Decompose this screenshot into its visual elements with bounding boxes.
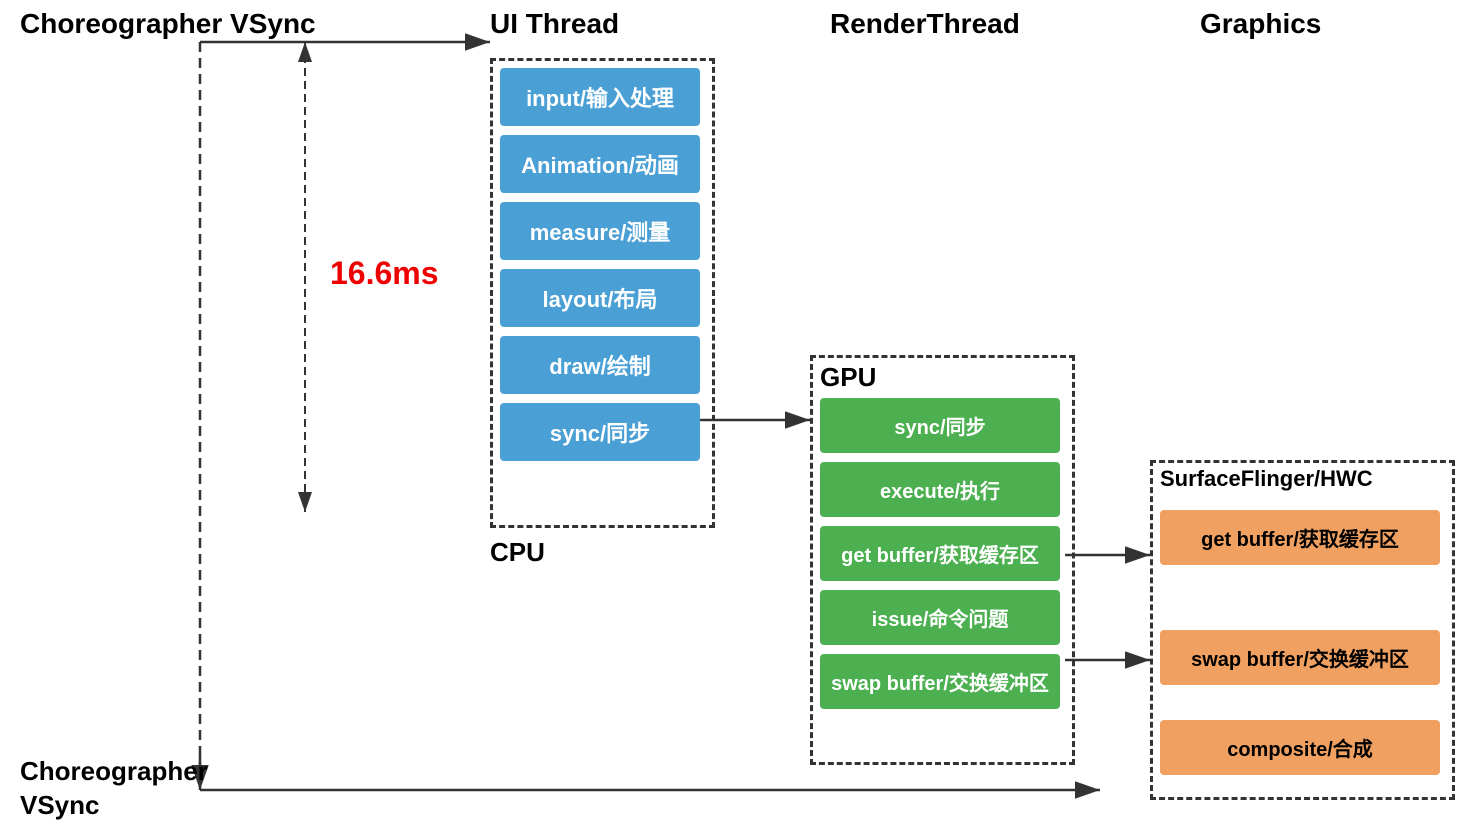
cpu-label: CPU bbox=[490, 537, 545, 568]
gpu-label: GPU bbox=[820, 362, 876, 393]
gpu-issue-block: issue/命令问题 bbox=[820, 590, 1060, 645]
gpu-sync-block: sync/同步 bbox=[820, 398, 1060, 453]
graphics-header: Graphics bbox=[1200, 8, 1321, 40]
sync-ui-block: sync/同步 bbox=[500, 403, 700, 461]
diagram: Choreographer VSync UI Thread RenderThre… bbox=[0, 0, 1480, 831]
sf-label: SurfaceFlinger/HWC bbox=[1160, 466, 1373, 492]
draw-block: draw/绘制 bbox=[500, 336, 700, 394]
gpu-getbuffer-block: get buffer/获取缓存区 bbox=[820, 526, 1060, 581]
gpu-execute-block: execute/执行 bbox=[820, 462, 1060, 517]
gpu-swapbuffer-block: swap buffer/交换缓冲区 bbox=[820, 654, 1060, 709]
ui-thread-header: UI Thread bbox=[490, 8, 619, 40]
input-block: input/输入处理 bbox=[500, 68, 700, 126]
animation-block: Animation/动画 bbox=[500, 135, 700, 193]
layout-block: layout/布局 bbox=[500, 269, 700, 327]
sf-getbuffer-block: get buffer/获取缓存区 bbox=[1160, 510, 1440, 565]
render-thread-header: RenderThread bbox=[830, 8, 1020, 40]
choreographer-bottom-label: ChoreographerVSync bbox=[20, 755, 208, 823]
measure-block: measure/测量 bbox=[500, 202, 700, 260]
timing-label: 16.6ms bbox=[330, 255, 439, 292]
sf-swapbuffer-block: swap buffer/交换缓冲区 bbox=[1160, 630, 1440, 685]
choreographer-header: Choreographer VSync bbox=[20, 8, 316, 40]
sf-composite-block: composite/合成 bbox=[1160, 720, 1440, 775]
